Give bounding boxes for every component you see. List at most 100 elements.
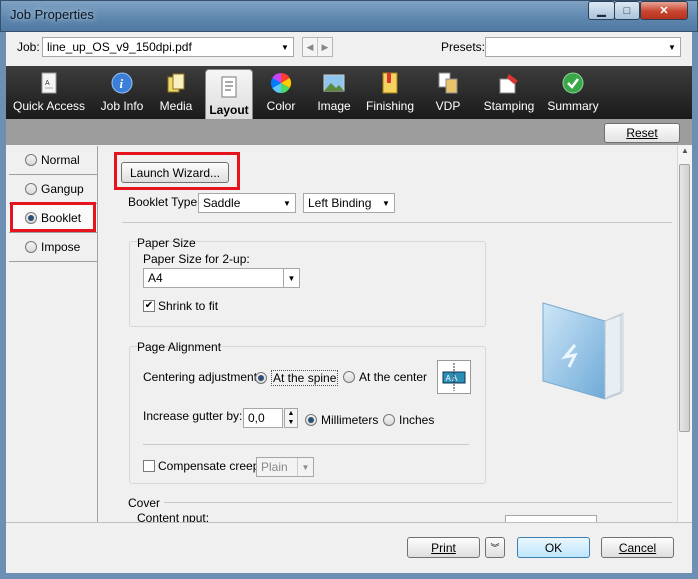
image-icon [323,74,345,92]
nav-item-label: Normal [41,153,80,167]
booklet-type-select[interactable]: Saddle ▼ [198,193,296,213]
at-spine-label: At the spine [271,370,339,386]
centering-label: Centering adjustment: [143,370,261,384]
paper-size-value: A4 [148,271,163,285]
normal-radio[interactable] [25,154,37,166]
divider [122,222,672,223]
divider [143,444,469,445]
nav-item-normal[interactable]: Normal [9,146,97,175]
tab-label: Media [159,99,193,113]
tab-sub-bar [6,119,692,145]
print-label: Print [431,540,456,555]
page-alignment-title: Page Alignment [137,340,222,354]
divider [164,502,672,503]
stamp-icon [499,74,518,94]
spine-diagram-text: A A [446,374,459,383]
tab-stamping[interactable]: Stamping [481,66,537,119]
finishing-icon [382,72,398,94]
gutter-spinner[interactable]: ▲ ▼ [284,408,298,428]
gutter-input[interactable]: 0,0 [243,408,283,428]
at-center-radio[interactable] [343,371,355,383]
ok-button[interactable]: OK [517,537,590,558]
inches-label: Inches [399,413,435,427]
job-select[interactable]: line_up_OS_v9_150dpi.pdf ▼ [42,37,294,57]
at-spine-option[interactable]: At the spine [255,370,339,386]
cover-title: Cover [128,496,161,510]
scrollbar-thumb[interactable] [679,164,690,432]
tab-label: VDP [435,99,461,113]
compensate-creep-option[interactable]: Compensate creep [143,459,259,473]
spin-down-icon[interactable]: ▼ [285,418,297,427]
reset-button[interactable]: Reset [604,123,680,143]
reset-label: Reset [626,126,658,140]
window-title: Job Properties [10,7,94,22]
binding-select[interactable]: Left Binding ▼ [303,193,395,213]
millimeters-option[interactable]: Millimeters [305,413,378,427]
launch-wizard-highlight [114,152,240,190]
gangup-radio[interactable] [25,183,37,195]
nav-item-label: Impose [41,240,81,254]
tab-label: Summary [547,99,599,113]
tab-color[interactable]: Color [262,66,300,119]
content-input-select[interactable] [505,515,597,522]
inches-radio[interactable] [383,414,395,426]
millimeters-radio[interactable] [305,414,317,426]
tab-layout[interactable]: Layout [205,69,253,119]
close-button[interactable]: ✕ [640,1,688,20]
binding-value: Left Binding [308,196,372,210]
booklet-highlight [10,202,96,232]
booklet-type-value: Saddle [203,196,241,210]
tab-job-info[interactable]: i Job Info [96,66,148,119]
tab-label: Image [317,99,351,113]
compensate-creep-checkbox[interactable] [143,460,155,472]
tab-image[interactable]: Image [312,66,356,119]
vdp-icon [438,72,458,94]
job-select-value: line_up_OS_v9_150dpi.pdf [47,40,192,54]
shrink-to-fit-option[interactable]: ✔ Shrink to fit [143,299,218,313]
nav-item-gangup[interactable]: Gangup [9,175,97,204]
at-center-label: At the center [359,370,428,384]
print-button[interactable]: Print [407,537,480,558]
chevron-down-icon: ▼ [382,198,390,208]
previous-job-button[interactable]: ◀ [303,38,318,56]
cancel-label: Cancel [618,540,657,555]
checkmark-icon [562,72,584,94]
at-spine-radio[interactable] [255,372,267,384]
tab-quick-access[interactable]: A Quick Access [12,66,86,119]
tab-label: Job Info [100,99,144,113]
compensate-creep-label: Compensate creep [158,459,260,473]
color-wheel-icon [270,72,292,94]
inches-option[interactable]: Inches [383,413,434,427]
chevron-double-down-icon: ︾ [490,543,500,553]
tab-summary[interactable]: Summary [547,66,599,119]
minimize-button[interactable]: ▁ [588,1,615,20]
tab-label: Finishing [365,99,415,113]
info-icon: i [111,72,133,94]
shrink-to-fit-checkbox[interactable]: ✔ [143,300,155,312]
paper-size-select[interactable]: A4 ▼ [143,268,300,288]
spin-up-icon[interactable]: ▲ [285,409,297,418]
tab-finishing[interactable]: Finishing [364,66,416,119]
impose-radio[interactable] [25,241,37,253]
maximize-button[interactable]: □ [614,1,640,20]
gutter-value: 0,0 [248,411,265,425]
chevron-down-icon: ▼ [281,42,289,52]
tab-label: Color [266,99,296,113]
scroll-up-icon[interactable]: ▲ [678,146,692,155]
tab-label: Layout [209,103,249,117]
nav-item-impose[interactable]: Impose [9,233,97,262]
presets-label: Presets: [441,40,486,54]
print-options-button[interactable]: ︾ [485,537,505,558]
maximize-icon: □ [623,4,631,17]
at-center-option[interactable]: At the center [343,370,427,384]
presets-select[interactable]: ▼ [485,37,681,57]
tab-label: Quick Access [12,99,86,113]
creep-select[interactable]: Plain ▼ [256,457,314,477]
chevron-down-icon: ▼ [297,458,313,476]
next-job-button[interactable]: ▶ [318,38,332,56]
tab-label: Stamping [483,99,535,113]
tab-media[interactable]: Media [156,66,196,119]
cancel-button[interactable]: Cancel [601,537,674,558]
tab-vdp[interactable]: VDP [432,66,464,119]
chevron-down-icon: ▼ [283,198,291,208]
